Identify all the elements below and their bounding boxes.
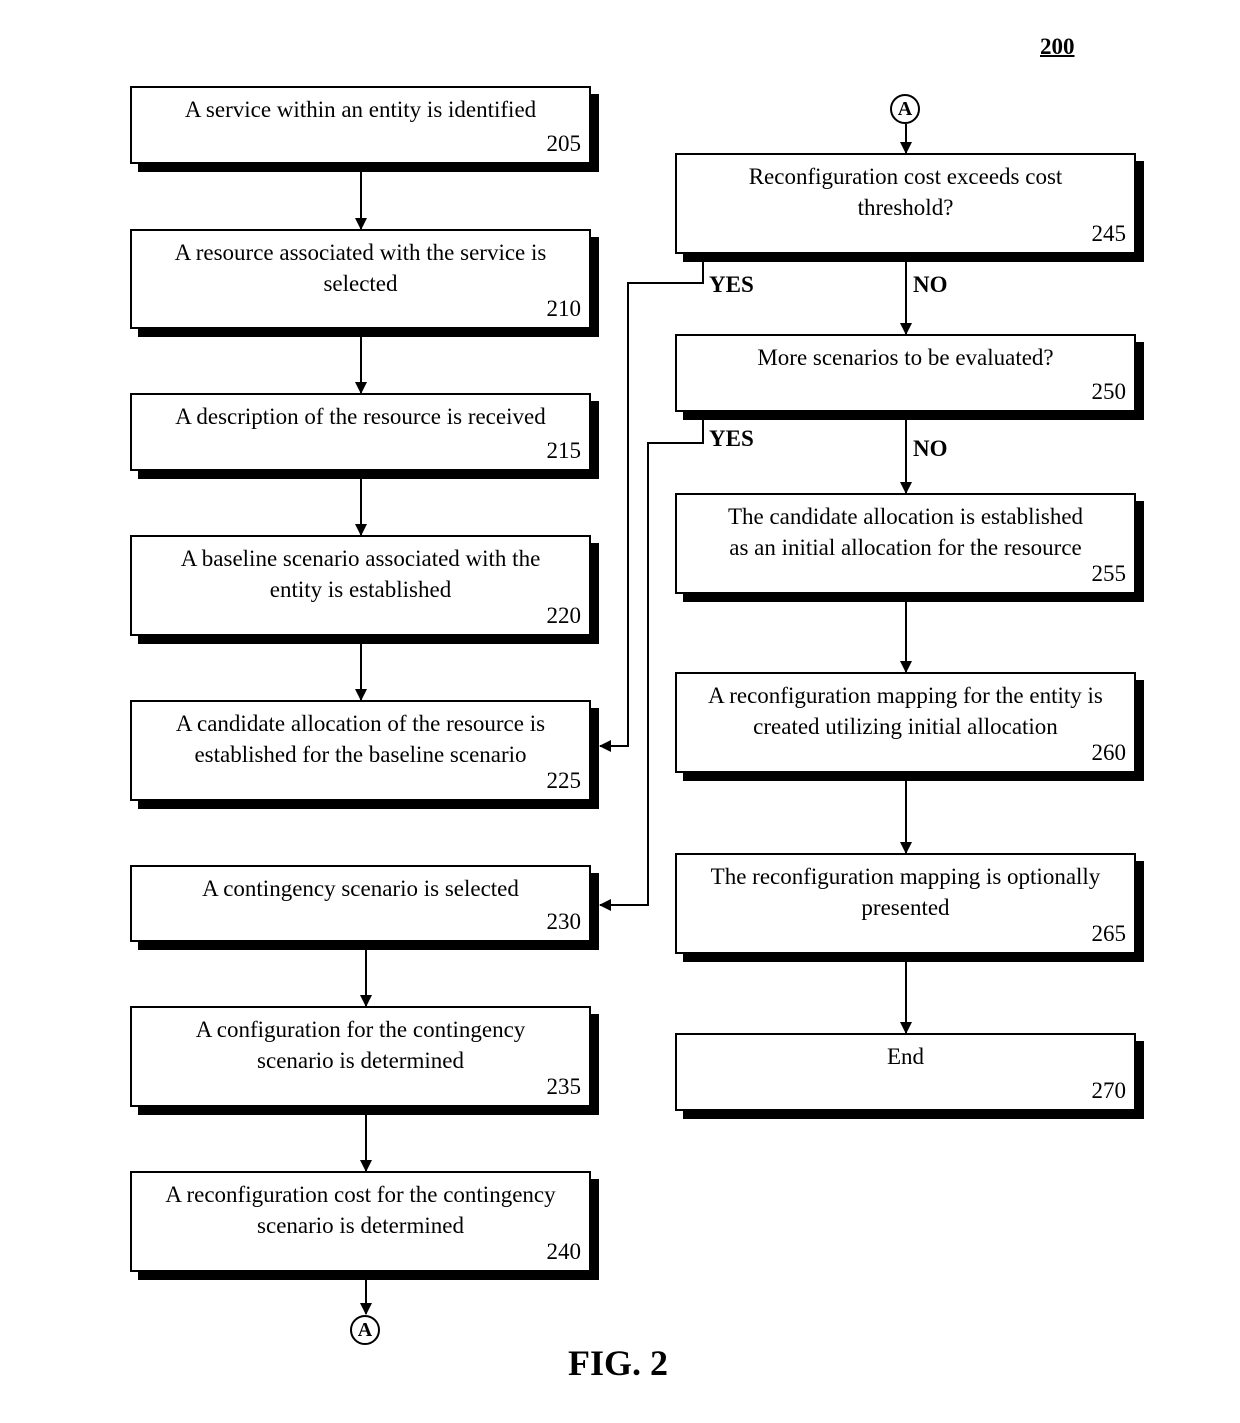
- decision-250-ref: 250: [1091, 379, 1127, 404]
- step-255-ref: 255: [1091, 561, 1127, 586]
- step-210: A resource associated with the service i…: [130, 229, 591, 329]
- step-205-text: A service within an entity is identified: [184, 97, 537, 122]
- step-230-ref: 230: [546, 909, 582, 934]
- figure-title: FIG. 2: [568, 1343, 669, 1383]
- step-255-text: The candidate allocation is established …: [727, 504, 1084, 560]
- step-220: A baseline scenario associated with the …: [130, 535, 591, 636]
- step-270-end: End 270: [675, 1033, 1136, 1111]
- step-260-text: A reconfiguration mapping for the entity…: [708, 683, 1103, 739]
- step-235: A configuration for the contingency scen…: [130, 1006, 591, 1107]
- branch-245-no: NO: [913, 272, 948, 297]
- step-205: A service within an entity is identified…: [130, 86, 591, 164]
- decision-250-text: More scenarios to be evaluated?: [757, 345, 1054, 370]
- step-235-ref: 235: [546, 1074, 582, 1099]
- step-220-ref: 220: [546, 603, 582, 628]
- step-260-ref: 260: [1091, 740, 1127, 765]
- connector-a-top: A: [890, 94, 920, 124]
- branch-245-yes: YES: [709, 272, 754, 297]
- step-215: A description of the resource is receive…: [130, 393, 591, 471]
- step-240: A reconfiguration cost for the contingen…: [130, 1171, 591, 1272]
- branch-250-yes: YES: [709, 426, 754, 451]
- step-255: The candidate allocation is established …: [675, 493, 1136, 594]
- step-220-text: A baseline scenario associated with the …: [180, 546, 541, 602]
- step-265-text: The reconfiguration mapping is optionall…: [710, 864, 1101, 920]
- step-225-text: A candidate allocation of the resource i…: [175, 711, 546, 767]
- step-215-text: A description of the resource is receive…: [175, 404, 546, 429]
- step-215-ref: 215: [546, 438, 582, 463]
- step-225-ref: 225: [546, 768, 582, 793]
- step-260: A reconfiguration mapping for the entity…: [675, 672, 1136, 773]
- flowchart: 200 A service within an entity is identi…: [0, 0, 1240, 1423]
- step-240-ref: 240: [546, 1239, 582, 1264]
- step-230-text: A contingency scenario is selected: [202, 876, 519, 901]
- branch-250-no: NO: [913, 436, 948, 461]
- decision-250: More scenarios to be evaluated? 250: [675, 334, 1136, 412]
- step-270-ref: 270: [1091, 1078, 1127, 1103]
- decision-245-ref: 245: [1091, 221, 1127, 246]
- step-225: A candidate allocation of the resource i…: [130, 700, 591, 801]
- step-205-ref: 205: [546, 131, 582, 156]
- step-240-text: A reconfiguration cost for the contingen…: [165, 1182, 556, 1238]
- step-235-text: A configuration for the contingency scen…: [195, 1017, 526, 1073]
- step-265-ref: 265: [1091, 921, 1127, 946]
- step-210-ref: 210: [546, 296, 582, 321]
- step-210-text: A resource associated with the service i…: [174, 240, 547, 296]
- figure-number: 200: [1040, 34, 1075, 59]
- arrow-250-230-yes: [599, 419, 704, 911]
- decision-245: Reconfiguration cost exceeds cost thresh…: [675, 153, 1136, 254]
- step-270-text: End: [886, 1044, 925, 1069]
- decision-245-text: Reconfiguration cost exceeds cost thresh…: [748, 164, 1063, 220]
- step-230: A contingency scenario is selected 230: [130, 865, 591, 942]
- step-265: The reconfiguration mapping is optionall…: [675, 853, 1136, 954]
- connector-a-bottom: A: [350, 1315, 380, 1345]
